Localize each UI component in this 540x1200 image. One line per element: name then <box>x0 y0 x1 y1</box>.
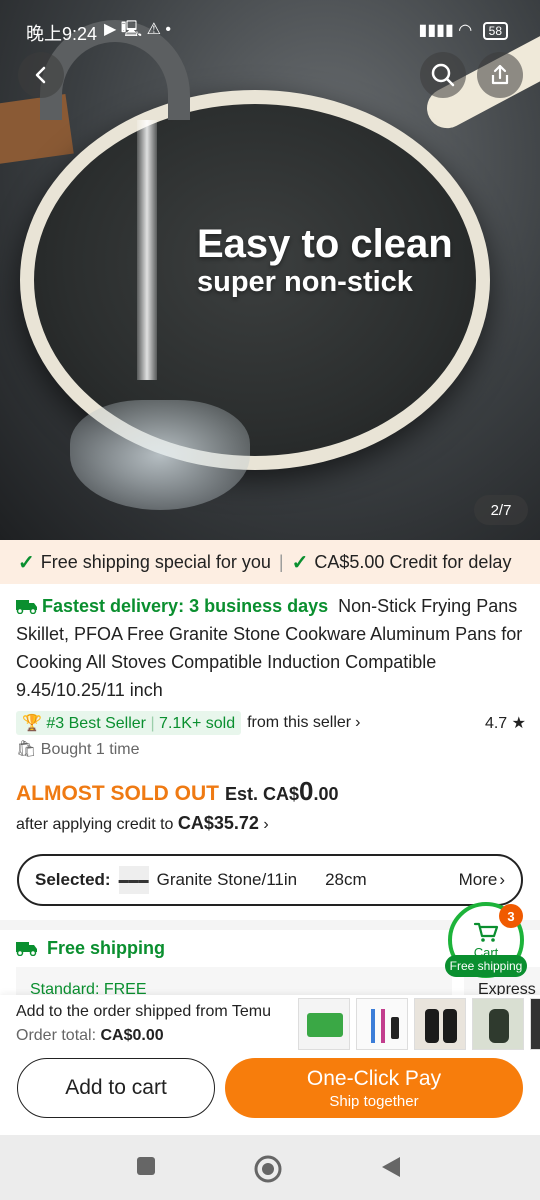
delivery-estimate: Fastest delivery: 3 business days <box>42 596 329 616</box>
order-item-thumbnail[interactable] <box>472 998 524 1050</box>
hero-caption-main: Easy to clean <box>197 222 453 266</box>
standard-shipping-option[interactable]: Standard: FREE <box>16 967 452 995</box>
promo-bar[interactable]: ✓ Free shipping special for you | ✓ CA$5… <box>0 540 540 584</box>
est-whole: 0 <box>299 776 314 806</box>
water-splash-graphic <box>70 400 250 510</box>
status-bar: 晚上9:24 ▶ 🖳 ⚠ • ▮▮▮▮ ◠ 58 <box>0 0 540 60</box>
best-seller-rank: #3 Best Seller <box>46 715 146 732</box>
more-options-link[interactable]: More <box>459 870 498 890</box>
order-item-thumbnail[interactable] <box>356 998 408 1050</box>
warning-icon: ⚠ <box>146 21 161 38</box>
badge-divider: | <box>150 715 155 732</box>
product-title-block: Fastest delivery: 3 business days Non-St… <box>16 592 526 704</box>
order-total: Order total: CA$0.00 <box>16 1027 164 1045</box>
system-icons: ▮▮▮▮ ◠ 58 <box>419 20 508 40</box>
notification-icons: ▶ 🖳 ⚠ • <box>104 18 171 45</box>
system-nav-bar <box>0 1135 540 1200</box>
est-prefix: Est. CA$ <box>225 784 300 804</box>
standard-shipping-label: Standard: FREE <box>30 981 147 995</box>
search-button[interactable] <box>420 52 466 98</box>
chevron-right-icon: › <box>499 870 505 889</box>
share-icon <box>491 64 509 85</box>
search-icon <box>431 63 455 87</box>
rating[interactable]: 4.7 ★ <box>485 713 526 733</box>
almost-sold-out-label: ALMOST SOLD OUT <box>16 782 219 805</box>
wifi-icon: ◠ <box>458 22 473 39</box>
video-icon: ▶ <box>104 21 117 38</box>
divider: | <box>278 551 284 572</box>
status-time: 晚上9:24 <box>26 24 98 44</box>
bag-icon: 🛍 <box>16 741 37 758</box>
cart-icon <box>473 922 499 942</box>
add-to-cart-button[interactable]: Add to cart <box>17 1058 215 1118</box>
variant-selector[interactable]: Selected: ▬▬▬ Granite Stone/11in 28cm Mo… <box>17 854 523 906</box>
order-item-thumbnail[interactable] <box>414 998 466 1050</box>
free-shipping-promo: Free shipping special for you <box>40 551 271 572</box>
recent-apps-icon[interactable] <box>135 1155 157 1177</box>
selected-size: 28cm <box>325 870 367 889</box>
rating-value: 4.7 <box>484 715 508 732</box>
chevron-right-icon: › <box>355 714 361 731</box>
price-row: ALMOST SOLD OUT Est. CA$0.00 <box>16 776 339 807</box>
one-click-pay-button[interactable]: One-Click Pay Ship together <box>225 1058 523 1118</box>
home-icon[interactable] <box>254 1155 282 1183</box>
check-icon: ✓ <box>291 551 309 574</box>
variant-thumbnail: ▬▬▬ <box>118 866 149 894</box>
computer-icon: 🖳 <box>120 21 143 38</box>
cart-count-badge: 3 <box>499 904 523 928</box>
from-seller-link[interactable]: from this seller <box>247 714 351 732</box>
delivery-truck-icon <box>16 600 37 614</box>
free-shipping-header[interactable]: Free shipping <box>16 938 165 959</box>
selected-label: Selected: <box>35 870 111 889</box>
seller-row[interactable]: 🏆 #3 Best Seller | 7.1K+ sold from this … <box>16 710 526 736</box>
one-click-pay-label: One-Click Pay <box>306 1066 442 1090</box>
best-seller-badge[interactable]: 🏆 #3 Best Seller | 7.1K+ sold <box>16 711 242 735</box>
back-button[interactable] <box>18 52 64 98</box>
credit-promo: CA$5.00 Credit for delay <box>314 551 512 572</box>
order-thumbnails[interactable] <box>298 998 540 1050</box>
delivery-truck-icon <box>16 942 37 956</box>
cart-free-shipping-badge: Free shipping <box>445 955 527 977</box>
estimated-price: Est. CA$0.00 <box>225 776 339 807</box>
trophy-icon: 🏆 <box>22 715 42 732</box>
chevron-left-icon <box>35 66 46 84</box>
selected-variant: Granite Stone/11in <box>156 870 298 889</box>
order-shipped-from: Add to the order shipped from Temu <box>16 1003 271 1020</box>
express-shipping-label: Express <box>478 981 536 995</box>
check-icon: ✓ <box>18 551 35 574</box>
star-icon: ★ <box>511 715 526 732</box>
battery-icon: 58 <box>482 22 508 40</box>
order-item-thumbnail[interactable] <box>298 998 350 1050</box>
signal-icon: ▮▮▮▮ <box>418 22 454 39</box>
dot-icon: • <box>165 21 171 38</box>
credit-line[interactable]: after applying credit to CA$35.72 › <box>16 813 269 834</box>
chevron-right-icon: › <box>263 816 269 833</box>
free-shipping-title: Free shipping <box>47 938 166 958</box>
bought-label: Bought 1 time <box>40 741 140 758</box>
sold-count: 7.1K+ sold <box>159 715 236 732</box>
water-stream-graphic <box>137 120 157 380</box>
est-decimal: .00 <box>313 784 339 804</box>
bought-history: 🛍 Bought 1 time <box>16 739 140 759</box>
ship-together-label: Ship together <box>329 1092 419 1110</box>
hero-caption-sub: super non-stick <box>197 266 413 298</box>
back-nav-icon[interactable] <box>380 1155 402 1179</box>
order-item-thumbnail[interactable] <box>530 998 540 1050</box>
credit-price: CA$35.72 <box>177 813 259 833</box>
order-total-value: CA$0.00 <box>100 1027 164 1044</box>
share-button[interactable] <box>477 52 523 98</box>
image-counter: 2/7 <box>474 495 528 525</box>
order-total-label: Order total: <box>16 1027 97 1044</box>
after-credit-label: after applying credit to <box>16 816 174 833</box>
